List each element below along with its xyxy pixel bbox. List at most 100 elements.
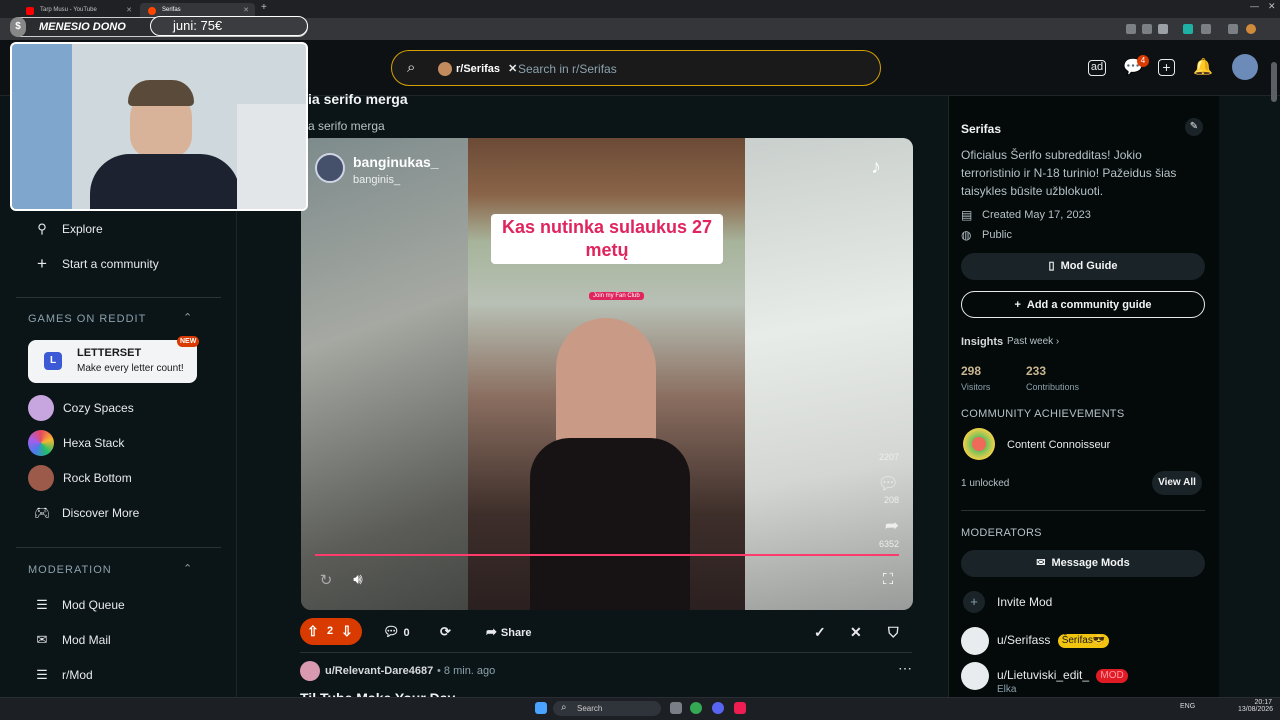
video-player[interactable]: banginukas_ banginis_ ♪ Kas nutinka sula…: [301, 138, 913, 610]
game-hexa-stack[interactable]: Hexa Stack: [28, 428, 124, 458]
video-progress-bar[interactable]: [315, 554, 899, 556]
search-bar[interactable]: ⌕ r/Serifas ✕ Search in r/Serifas: [391, 50, 881, 86]
game-label: Hexa Stack: [63, 436, 125, 450]
game-rock-bottom[interactable]: Rock Bottom: [28, 463, 132, 493]
dono-label: MENESIO DONO: [39, 21, 126, 33]
close-window-icon[interactable]: ✕: [1268, 1, 1276, 12]
search-input[interactable]: Search in r/Serifas: [518, 62, 617, 76]
invite-mod-button[interactable]: + Invite Mod: [961, 587, 1052, 617]
insights-label: Insights: [961, 336, 1004, 348]
community-avatar: [438, 62, 452, 76]
nav-mod-queue[interactable]: ☰ Mod Queue: [34, 592, 125, 618]
clock-date: 13/08/2026: [1238, 706, 1274, 713]
create-post-icon[interactable]: +: [1158, 59, 1175, 76]
visitors-value: 298: [961, 364, 982, 378]
divider: [16, 547, 221, 548]
tiktok-icon[interactable]: [734, 702, 746, 714]
nav-start-community[interactable]: + Start a community: [34, 251, 159, 277]
button-label: Message Mods: [1051, 557, 1130, 569]
fullscreen-icon[interactable]: ⛶: [877, 571, 899, 591]
close-tab-icon[interactable]: ✕: [126, 6, 132, 14]
tiktok-avatar: [315, 153, 345, 183]
remove-icon[interactable]: ✕: [850, 624, 862, 641]
nav-r-mod[interactable]: ☰ r/Mod: [34, 662, 93, 688]
chevron-up-icon[interactable]: ⌃: [183, 311, 192, 324]
install-icon[interactable]: [1142, 24, 1152, 34]
author-avatar[interactable]: [300, 661, 320, 681]
insights-range-link[interactable]: Past week ›: [1007, 336, 1059, 347]
profile-avatar[interactable]: [1246, 24, 1256, 34]
mod-shield-icon[interactable]: ⛉: [888, 624, 899, 641]
community-description: Oficialus Šerifo subredditas! Jokio terr…: [961, 148, 1177, 198]
edit-pencil-icon[interactable]: ✎: [1185, 118, 1203, 136]
downvote-icon[interactable]: ⇩: [341, 623, 353, 640]
language-indicator[interactable]: ENG: [1180, 703, 1195, 710]
moderator-name: u/Lietuviski_edit_: [997, 668, 1090, 682]
moderator-flair: Šerifas😎: [1057, 633, 1110, 648]
downloads-icon[interactable]: [1228, 24, 1238, 34]
featured-game-card[interactable]: L LETTERSET Make every letter count! NEW: [28, 336, 200, 383]
extensions-puzzle-icon[interactable]: [1201, 24, 1211, 34]
nav-explore[interactable]: ⚲ Explore: [34, 216, 103, 242]
webcam-overlay: [10, 42, 308, 211]
video-caption: Kas nutinka sulaukus 27 metų: [491, 214, 723, 264]
close-tab-icon[interactable]: ✕: [243, 6, 249, 14]
start-menu-icon[interactable]: [535, 702, 547, 714]
webcam-wall: [237, 104, 306, 209]
view-all-button[interactable]: View All: [1152, 471, 1202, 495]
volume-icon[interactable]: 🔊︎: [347, 571, 369, 591]
taskbar-search[interactable]: ⌕ Search: [553, 701, 661, 716]
captions-icon[interactable]: ▭: [842, 571, 864, 591]
replay-icon[interactable]: ↻: [315, 571, 337, 591]
nav-discover-more[interactable]: 🎮︎ Discover More: [34, 500, 139, 526]
bookmark-star-icon[interactable]: [1158, 24, 1168, 34]
post-time: • 8 min. ago: [437, 665, 496, 677]
chrome-icon[interactable]: [690, 702, 702, 714]
taskbar-clock[interactable]: 20:17 13/08/2026: [1238, 699, 1274, 713]
achievements-heading: COMMUNITY ACHIEVEMENTS: [961, 408, 1125, 420]
moderator-row[interactable]: u/Lietuviski_edit_ MOD: [961, 660, 1128, 690]
chip-label: r/Serifas: [456, 63, 501, 75]
share-button[interactable]: ➦ Share: [486, 624, 531, 640]
extension-icon[interactable]: [1183, 24, 1193, 34]
message-mods-button[interactable]: ✉ Message Mods: [961, 550, 1205, 577]
mod-guide-button[interactable]: ▯ Mod Guide: [961, 253, 1205, 280]
nav-mod-mail[interactable]: ✉ Mod Mail: [34, 627, 111, 653]
task-view-icon[interactable]: [670, 702, 682, 714]
invite-label: Invite Mod: [997, 595, 1053, 609]
notifications-bell-icon[interactable]: 🔔: [1193, 58, 1213, 78]
comment-icon: 💬︎: [383, 624, 400, 639]
post-title[interactable]: ia serifo merga: [308, 91, 408, 107]
moderator-row[interactable]: u/Serifass Šerifas😎: [961, 625, 1110, 655]
divider: [961, 510, 1205, 511]
divider: [300, 652, 912, 653]
chevron-up-icon[interactable]: ⌃: [183, 562, 192, 575]
page-scrollbar[interactable]: [1271, 62, 1277, 102]
more-options-icon[interactable]: ⋯: [898, 660, 912, 677]
approve-icon[interactable]: ✓: [814, 624, 826, 641]
dono-value: juni: 75€: [150, 16, 308, 36]
discord-icon[interactable]: [712, 702, 724, 714]
add-community-guide-button[interactable]: + Add a community guide: [961, 291, 1205, 318]
minimize-icon[interactable]: —: [1250, 1, 1259, 11]
nav-label: Explore: [62, 222, 103, 236]
r-mod-icon: ☰: [36, 667, 48, 682]
browser-tab-youtube[interactable]: Tarp Musu - YouTube ✕: [18, 3, 138, 18]
game-label: Rock Bottom: [63, 471, 132, 485]
zoom-icon[interactable]: [1126, 24, 1136, 34]
game-cozy-spaces[interactable]: Cozy Spaces: [28, 393, 134, 423]
upvote-icon[interactable]: ⇧: [307, 623, 319, 640]
video-subject: [556, 318, 656, 458]
button-label: Add a community guide: [1026, 299, 1152, 311]
post-author[interactable]: u/Relevant-Dare4687: [325, 665, 433, 677]
crosspost-button[interactable]: ⟳: [440, 624, 455, 640]
share-arrow-icon: ➦: [884, 516, 899, 535]
advertise-icon[interactable]: ad: [1088, 60, 1106, 76]
comments-button[interactable]: 💬︎ 0: [383, 624, 410, 640]
search-community-chip[interactable]: r/Serifas ✕: [434, 57, 517, 81]
user-avatar[interactable]: [1232, 54, 1258, 80]
tiktok-handle: banginis_: [353, 174, 401, 186]
new-tab-button[interactable]: +: [261, 2, 267, 13]
remove-chip-icon[interactable]: ✕: [508, 63, 517, 75]
games-section-heading: GAMES ON REDDIT: [28, 313, 147, 325]
